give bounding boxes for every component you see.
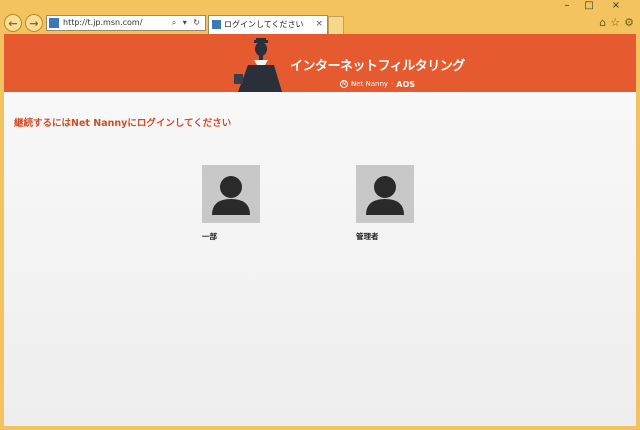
minimize-button[interactable]: –: [556, 0, 578, 12]
tab-title: ログインしてください: [224, 20, 304, 29]
user-account-ichibu[interactable]: 一部: [202, 165, 260, 242]
favorites-star-icon[interactable]: ☆: [610, 16, 620, 29]
header-banner: インターネットフィルタリング N Net Nanny · AOS: [4, 34, 636, 92]
browser-window: – □ × ← → http://t.jp.msn.com/ ⌕ ▾ ↻ ログイ…: [0, 0, 640, 430]
net-nanny-logo-icon: N: [340, 80, 348, 88]
login-prompt: 継続するにはNet Nannyにログインしてください: [14, 118, 232, 129]
toolbar-icons: ⌂ ☆ ⚙: [599, 16, 634, 29]
brand-name: Net Nanny: [351, 80, 389, 88]
address-bar[interactable]: http://t.jp.msn.com/ ⌕ ▾ ↻: [46, 15, 206, 31]
nanny-silhouette-icon: [234, 38, 282, 92]
banner-title: インターネットフィルタリング: [290, 59, 465, 74]
site-favicon-icon: [49, 18, 59, 28]
user-name[interactable]: 一部: [202, 231, 260, 242]
tab-favicon-icon: [212, 20, 221, 29]
user-avatar-icon: [366, 176, 404, 215]
home-icon[interactable]: ⌂: [599, 16, 606, 29]
user-tile[interactable]: [356, 165, 414, 223]
forward-arrow-icon: →: [29, 16, 39, 30]
forward-button[interactable]: →: [25, 14, 43, 32]
tab-login[interactable]: ログインしてください ×: [208, 15, 328, 34]
partner-logo: AOS: [396, 79, 416, 89]
navigation-bar: ← → http://t.jp.msn.com/ ⌕ ▾ ↻ ログインしてくださ…: [0, 12, 640, 34]
page-content: インターネットフィルタリング N Net Nanny · AOS 継続するにはN…: [4, 34, 636, 426]
tab-close-icon[interactable]: ×: [315, 16, 323, 33]
close-window-button[interactable]: ×: [600, 0, 632, 12]
back-arrow-icon: ←: [8, 16, 18, 30]
address-tools[interactable]: ⌕ ▾ ↻: [172, 16, 202, 30]
user-tile[interactable]: [202, 165, 260, 223]
user-avatar-icon: [212, 176, 250, 215]
maximize-button[interactable]: □: [578, 0, 600, 12]
brand-separator: ·: [391, 80, 394, 88]
settings-gear-icon[interactable]: ⚙: [624, 16, 634, 29]
user-name[interactable]: 管理者: [356, 231, 414, 242]
user-account-admin[interactable]: 管理者: [356, 165, 414, 242]
address-url[interactable]: http://t.jp.msn.com/: [63, 16, 142, 30]
new-tab-button[interactable]: [328, 16, 344, 34]
brand-row: N Net Nanny · AOS: [340, 78, 415, 90]
back-button[interactable]: ←: [4, 14, 22, 32]
